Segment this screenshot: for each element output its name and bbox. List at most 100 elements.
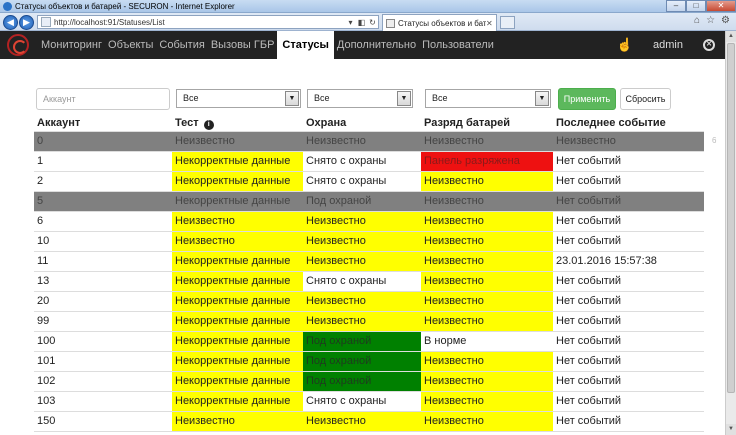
battery-cell: Неизвестно: [424, 135, 484, 147]
header-guard[interactable]: Охрана: [306, 117, 346, 129]
table-row[interactable]: 11 Некорректные данные Неизвестно Неизвестн…: [34, 252, 704, 272]
nav-gbr-calls[interactable]: Вызовы ГБР: [208, 31, 278, 59]
favorites-icon[interactable]: ☆: [706, 15, 715, 26]
header-test[interactable]: Тест i: [175, 117, 214, 130]
table-row[interactable]: 0 Неизвестно Неизвестно Неизвестно Неизвестн…: [34, 132, 704, 152]
chevron-down-icon[interactable]: ▼: [535, 91, 549, 106]
filter-bar: Аккаунт Все ▼ Все ▼ Все ▼ Применить Сбро…: [34, 88, 704, 110]
last-event-cell: Нет событий: [556, 295, 622, 307]
table-row[interactable]: 99 Некорректные данные Неизвестно Неизвестн…: [34, 312, 704, 332]
address-bar[interactable]: http://localhost:91/Statuses/List ▾ ◧ ↻: [37, 15, 379, 29]
user-name[interactable]: admin: [653, 39, 683, 51]
guard-cell: Неизвестно: [303, 232, 421, 251]
table-row[interactable]: 10 Неизвестно Неизвестно Неизвестно Нет собы…: [34, 232, 704, 252]
battery-filter-select[interactable]: Все ▼: [425, 89, 551, 108]
side-number: 6: [712, 136, 717, 145]
logout-icon[interactable]: ✕: [703, 39, 715, 51]
test-cell: Неизвестно: [172, 412, 303, 431]
settings-gear-icon[interactable]: ⚙: [721, 15, 730, 26]
minimize-button[interactable]: –: [666, 0, 686, 12]
table-row[interactable]: 150 Неизвестно Неизвестно Неизвестно Нет соб…: [34, 412, 704, 432]
guard-cell: Под охраной: [306, 195, 372, 207]
last-event-cell: Нет событий: [556, 375, 622, 387]
table-row[interactable]: 13 Некорректные данные Снято с охраны Неизв…: [34, 272, 704, 292]
guard-cell: Снято с охраны: [303, 152, 421, 171]
back-button[interactable]: ◀: [3, 15, 18, 30]
guard-cell: Под охраной: [303, 372, 421, 391]
scroll-up-icon[interactable]: ▲: [726, 31, 736, 42]
apply-button[interactable]: Применить: [558, 88, 616, 110]
account-filter-input[interactable]: Аккаунт: [36, 88, 170, 110]
new-tab-button[interactable]: [500, 16, 515, 29]
account-cell: 20: [37, 295, 50, 307]
table-row[interactable]: 102 Некорректные данные Под охраной Неизвес…: [34, 372, 704, 392]
forward-button[interactable]: ▶: [19, 15, 34, 30]
last-event-cell: Нет событий: [556, 395, 622, 407]
table-row[interactable]: 103 Некорректные данные Снято с охраны Неиз…: [34, 392, 704, 412]
test-filter-select[interactable]: Все ▼: [176, 89, 301, 108]
header-last-event[interactable]: Последнее событие: [556, 117, 666, 129]
table-row[interactable]: 2 Некорректные данные Снято с охраны Неизве…: [34, 172, 704, 192]
window-title: Статусы объектов и батарей - SECURON - I…: [15, 1, 235, 11]
account-cell: 101: [37, 355, 56, 367]
guard-cell: Под охраной: [303, 352, 421, 371]
header-battery[interactable]: Разряд батарей: [424, 117, 510, 129]
table-row[interactable]: 1 Некорректные данные Снято с охраны Панель…: [34, 152, 704, 172]
vertical-scrollbar[interactable]: ▲ ▼: [725, 31, 736, 435]
battery-cell: Неизвестно: [421, 372, 553, 391]
maximize-button[interactable]: □: [686, 0, 706, 12]
nav-additional[interactable]: Дополнительно: [334, 31, 419, 59]
tab-close-icon[interactable]: ✕: [486, 19, 496, 28]
close-window-button[interactable]: ✕: [706, 0, 736, 12]
battery-cell: Неизвестно: [421, 232, 553, 251]
account-cell: 10: [37, 235, 50, 247]
reset-button[interactable]: Сбросить: [620, 88, 671, 110]
nav-users[interactable]: Пользователи: [419, 31, 497, 59]
last-event-cell: Нет событий: [556, 195, 622, 207]
url-text[interactable]: http://localhost:91/Statuses/List: [54, 18, 345, 27]
table-header: Аккаунт Тест i Охрана Разряд батарей Пос…: [34, 113, 704, 133]
battery-cell: Неизвестно: [421, 272, 553, 291]
scroll-thumb[interactable]: [727, 43, 735, 393]
chevron-down-icon[interactable]: ▼: [397, 91, 411, 106]
last-event-cell: Нет событий: [556, 415, 622, 427]
info-icon[interactable]: i: [203, 120, 214, 130]
nav-objects[interactable]: Объекты: [105, 31, 156, 59]
account-cell: 2: [37, 175, 44, 187]
tab-title: Статусы объектов и батар...: [398, 18, 486, 28]
battery-filter-value: Все: [432, 93, 448, 103]
test-cell: Некорректные данные: [172, 392, 303, 411]
search-dropdown-icon[interactable]: ▾: [345, 18, 356, 27]
battery-cell: Неизвестно: [421, 252, 553, 271]
nav-events[interactable]: События: [156, 31, 207, 59]
test-cell: Некорректные данные: [172, 372, 303, 391]
nav-monitoring[interactable]: Мониторинг: [38, 31, 105, 59]
table-row[interactable]: 101 Некорректные данные Под охраной Неизвес…: [34, 352, 704, 372]
table-row[interactable]: 5 Некорректные данные Под охраной Неизвестн…: [34, 192, 704, 212]
test-cell: Некорректные данные: [172, 332, 303, 351]
guard-filter-select[interactable]: Все ▼: [307, 89, 413, 108]
table-row[interactable]: 100 Некорректные данные Под охраной В норме…: [34, 332, 704, 352]
nav-statuses[interactable]: Статусы: [277, 31, 334, 59]
last-event-cell: Нет событий: [556, 175, 622, 187]
securon-logo-icon[interactable]: [7, 34, 29, 56]
last-event-cell: Неизвестно: [556, 135, 616, 147]
hand-pointer-icon[interactable]: ☝: [617, 37, 633, 53]
browser-tab[interactable]: Статусы объектов и батар... ✕: [382, 14, 497, 31]
account-cell: 102: [37, 375, 56, 387]
account-cell: 11: [37, 255, 49, 267]
table-row[interactable]: 20 Некорректные данные Неизвестно Неизвестн…: [34, 292, 704, 312]
account-cell: 1: [37, 155, 44, 167]
header-account[interactable]: Аккаунт: [37, 117, 80, 129]
test-cell: Неизвестно: [172, 232, 303, 251]
compat-icon[interactable]: ◧: [356, 18, 367, 27]
test-cell: Неизвестно: [172, 212, 303, 231]
guard-cell: Неизвестно: [303, 212, 421, 231]
home-icon[interactable]: ⌂: [694, 15, 700, 26]
battery-cell: Неизвестно: [421, 312, 553, 331]
scroll-down-icon[interactable]: ▼: [726, 424, 736, 435]
chevron-down-icon[interactable]: ▼: [285, 91, 299, 106]
refresh-icon[interactable]: ↻: [367, 18, 378, 27]
page-icon: [41, 17, 51, 27]
table-row[interactable]: 6 Неизвестно Неизвестно Неизвестно Нет событ…: [34, 212, 704, 232]
